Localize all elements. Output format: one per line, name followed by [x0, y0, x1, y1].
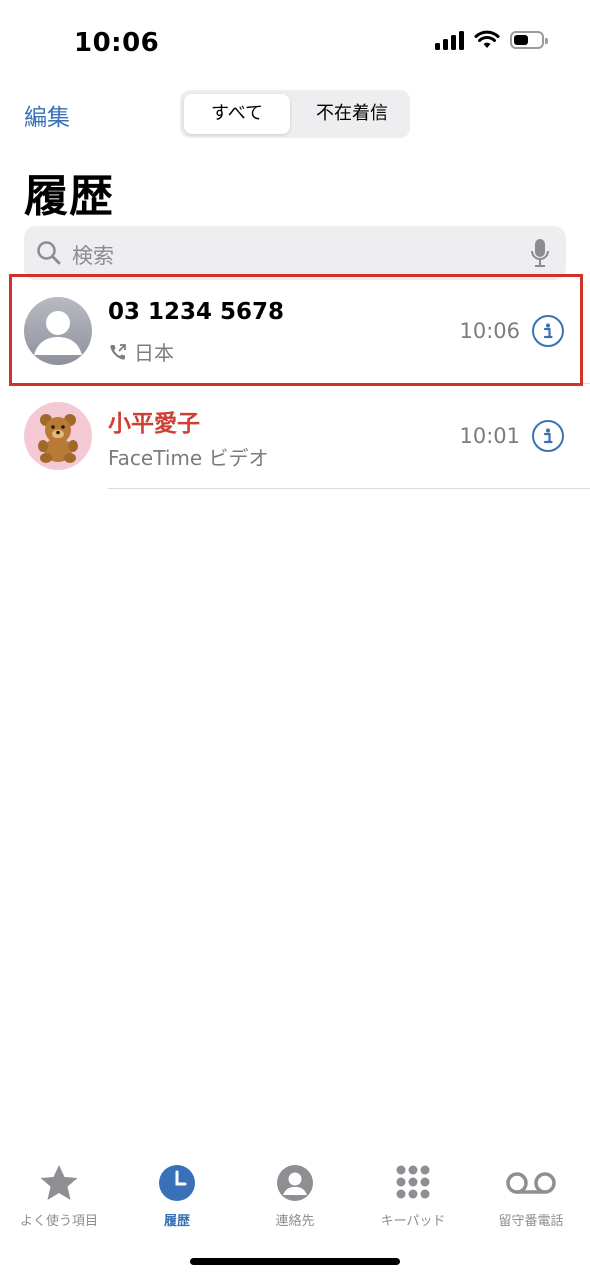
search-icon	[37, 241, 61, 265]
voicemail-icon	[506, 1172, 556, 1194]
tab-recents[interactable]: 履歴	[118, 1162, 236, 1229]
caller-name: 小平愛子	[108, 411, 200, 437]
tab-favorites[interactable]: よく使う項目	[0, 1162, 118, 1229]
selection-highlight	[9, 274, 583, 386]
search-bar[interactable]: 検索	[24, 226, 566, 280]
info-button[interactable]	[532, 420, 564, 452]
contact-icon	[277, 1165, 313, 1201]
edit-button[interactable]: 編集	[24, 98, 70, 132]
battery-icon	[510, 31, 548, 49]
tab-keypad[interactable]: キーパッド	[354, 1162, 472, 1229]
row-separator	[108, 488, 590, 489]
clock-icon	[159, 1165, 195, 1201]
segment-missed[interactable]: 不在着信	[298, 94, 406, 134]
home-indicator[interactable]	[190, 1258, 400, 1265]
cellular-signal-icon	[435, 30, 464, 50]
tab-label: 連絡先	[275, 1214, 315, 1229]
teddy-bear-icon	[38, 414, 78, 463]
page-title: 履歴	[24, 171, 114, 222]
microphone-icon[interactable]	[530, 238, 550, 268]
status-icons	[435, 30, 548, 50]
status-time: 10:06	[74, 28, 160, 58]
info-icon	[543, 428, 553, 444]
search-input[interactable]: 検索	[72, 240, 114, 270]
keypad-icon	[396, 1165, 430, 1199]
status-bar: 10:06	[0, 0, 590, 90]
call-filter-segmented-control: すべて 不在着信	[180, 90, 410, 138]
star-icon	[40, 1165, 78, 1200]
recent-call-row[interactable]: 小平愛子 FaceTime ビデオ 10:01	[0, 384, 590, 489]
tab-label: 留守番電話	[498, 1214, 564, 1229]
avatar	[24, 402, 92, 470]
call-time: 10:01	[459, 424, 520, 448]
tab-label: キーパッド	[380, 1214, 446, 1229]
segment-all[interactable]: すべて	[184, 94, 290, 134]
tab-label: よく使う項目	[19, 1214, 98, 1229]
tab-label: 履歴	[163, 1214, 190, 1229]
tab-contacts[interactable]: 連絡先	[236, 1162, 354, 1229]
call-detail: FaceTime ビデオ	[108, 446, 269, 470]
tab-voicemail[interactable]: 留守番電話	[472, 1162, 590, 1229]
tab-bar: よく使う項目 履歴 連絡先 キーパッド 留守番電話	[0, 1150, 590, 1240]
wifi-icon	[474, 30, 500, 48]
